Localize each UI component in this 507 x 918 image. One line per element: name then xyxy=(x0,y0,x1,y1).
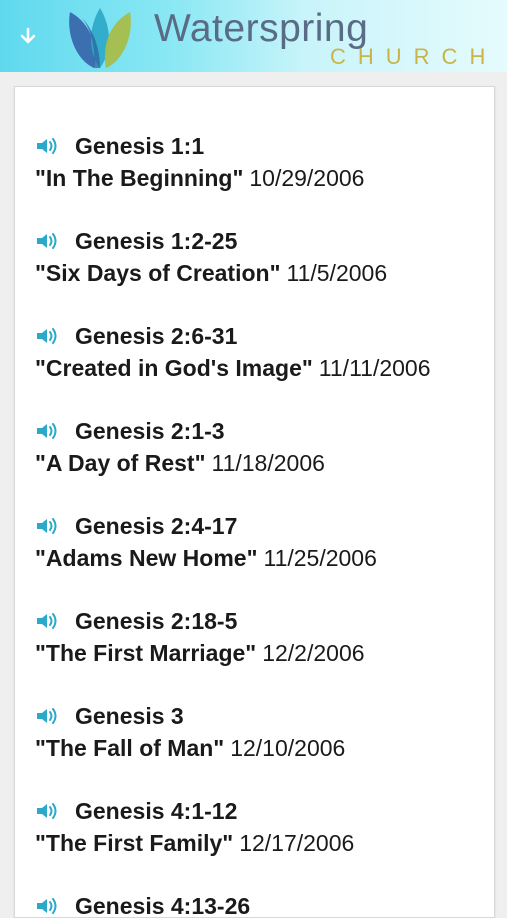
brand-subtitle: CHURCH xyxy=(330,44,498,69)
sermon-details: "The First Family" 12/17/2006 xyxy=(35,828,490,858)
sermon-item[interactable]: Genesis 2:1-3 "A Day of Rest" 11/18/2006 xyxy=(35,416,490,478)
sermon-item[interactable]: Genesis 1:2-25 "Six Days of Creation" 11/5… xyxy=(35,226,490,288)
speaker-icon[interactable] xyxy=(35,420,61,442)
sermon-date: 11/5/2006 xyxy=(286,260,388,286)
sermon-reference[interactable]: Genesis 3 xyxy=(75,701,184,731)
sermon-header: Genesis 1:2-25 xyxy=(35,226,490,256)
sermon-details: "Adams New Home" 11/25/2006 xyxy=(35,543,490,573)
sermon-item[interactable]: Genesis 2:6-31 "Created in God's Image" 11… xyxy=(35,321,490,383)
sermon-date: 11/11/2006 xyxy=(318,355,431,381)
sermon-header: Genesis 4:13-26 xyxy=(35,891,490,917)
sermon-date: 11/25/2006 xyxy=(263,545,377,571)
sermon-header: Genesis 1:1 xyxy=(35,131,490,161)
sermon-list-card: Genesis 1:1 "In The Beginning" 10/29/2006 G… xyxy=(14,86,495,918)
sermon-date: 12/10/2006 xyxy=(230,735,346,761)
waterspring-logo-icon xyxy=(69,8,131,68)
sermon-details: "The First Marriage" 12/2/2006 xyxy=(35,638,490,668)
sermon-header: Genesis 2:6-31 xyxy=(35,321,490,351)
sermon-header: Genesis 3 xyxy=(35,701,490,731)
sermon-title[interactable]: "Six Days of Creation" xyxy=(35,260,281,286)
sermon-item[interactable]: Genesis 3 "The Fall of Man" 12/10/2006 xyxy=(35,701,490,763)
sermon-title[interactable]: "Adams New Home" xyxy=(35,545,257,571)
speaker-icon[interactable] xyxy=(35,610,61,632)
sermon-reference[interactable]: Genesis 2:6-31 xyxy=(75,321,237,351)
sermon-title[interactable]: "Created in God's Image" xyxy=(35,355,313,381)
speaker-icon[interactable] xyxy=(35,800,61,822)
sermon-title[interactable]: "In The Beginning" xyxy=(35,165,243,191)
sermon-date: 10/29/2006 xyxy=(249,165,365,191)
sermon-header: Genesis 2:4-17 xyxy=(35,511,490,541)
down-arrow-icon xyxy=(20,27,36,44)
sermon-details: "In The Beginning" 10/29/2006 xyxy=(35,163,490,193)
sermon-header: Genesis 4:1-12 xyxy=(35,796,490,826)
sermon-reference[interactable]: Genesis 1:1 xyxy=(75,131,204,161)
sermon-details: "The Fall of Man" 12/10/2006 xyxy=(35,733,490,763)
sermon-item[interactable]: Genesis 1:1 "In The Beginning" 10/29/2006 xyxy=(35,131,490,193)
speaker-icon[interactable] xyxy=(35,895,61,917)
sermon-reference[interactable]: Genesis 4:13-26 xyxy=(75,891,250,917)
sermon-title[interactable]: "The First Family" xyxy=(35,830,233,856)
sermon-title[interactable]: "The First Marriage" xyxy=(35,640,256,666)
sermon-reference[interactable]: Genesis 1:2-25 xyxy=(75,226,237,256)
sermon-title[interactable]: "A Day of Rest" xyxy=(35,450,206,476)
sermon-reference[interactable]: Genesis 2:18-5 xyxy=(75,606,237,636)
speaker-icon[interactable] xyxy=(35,230,61,252)
speaker-icon[interactable] xyxy=(35,135,61,157)
sermon-details: "Six Days of Creation" 11/5/2006 xyxy=(35,258,490,288)
sermon-item[interactable]: Genesis 2:4-17 "Adams New Home" 11/25/2006 xyxy=(35,511,490,573)
sermon-details: "A Day of Rest" 11/18/2006 xyxy=(35,448,490,478)
sermon-item[interactable]: Genesis 4:13-26 xyxy=(35,891,490,917)
sermon-item[interactable]: Genesis 2:18-5 "The First Marriage" 12/2/2… xyxy=(35,606,490,668)
speaker-icon[interactable] xyxy=(35,325,61,347)
sermon-item[interactable]: Genesis 4:1-12 "The First Family" 12/17/20… xyxy=(35,796,490,858)
app-header: Waterspring CHURCH xyxy=(0,0,507,72)
sermon-reference[interactable]: Genesis 4:1-12 xyxy=(75,796,237,826)
sermon-date: 12/17/2006 xyxy=(239,830,355,856)
sermon-date: 12/2/2006 xyxy=(262,640,365,666)
sermon-header: Genesis 2:1-3 xyxy=(35,416,490,446)
speaker-icon[interactable] xyxy=(35,705,61,727)
speaker-icon[interactable] xyxy=(35,515,61,537)
sermon-date: 11/18/2006 xyxy=(211,450,325,476)
sermon-title[interactable]: "The Fall of Man" xyxy=(35,735,224,761)
menu-toggle-button[interactable] xyxy=(12,22,44,50)
sermon-header: Genesis 2:18-5 xyxy=(35,606,490,636)
sermon-reference[interactable]: Genesis 2:1-3 xyxy=(75,416,225,446)
sermon-details: "Created in God's Image" 11/11/2006 xyxy=(35,353,490,383)
sermon-reference[interactable]: Genesis 2:4-17 xyxy=(75,511,237,541)
